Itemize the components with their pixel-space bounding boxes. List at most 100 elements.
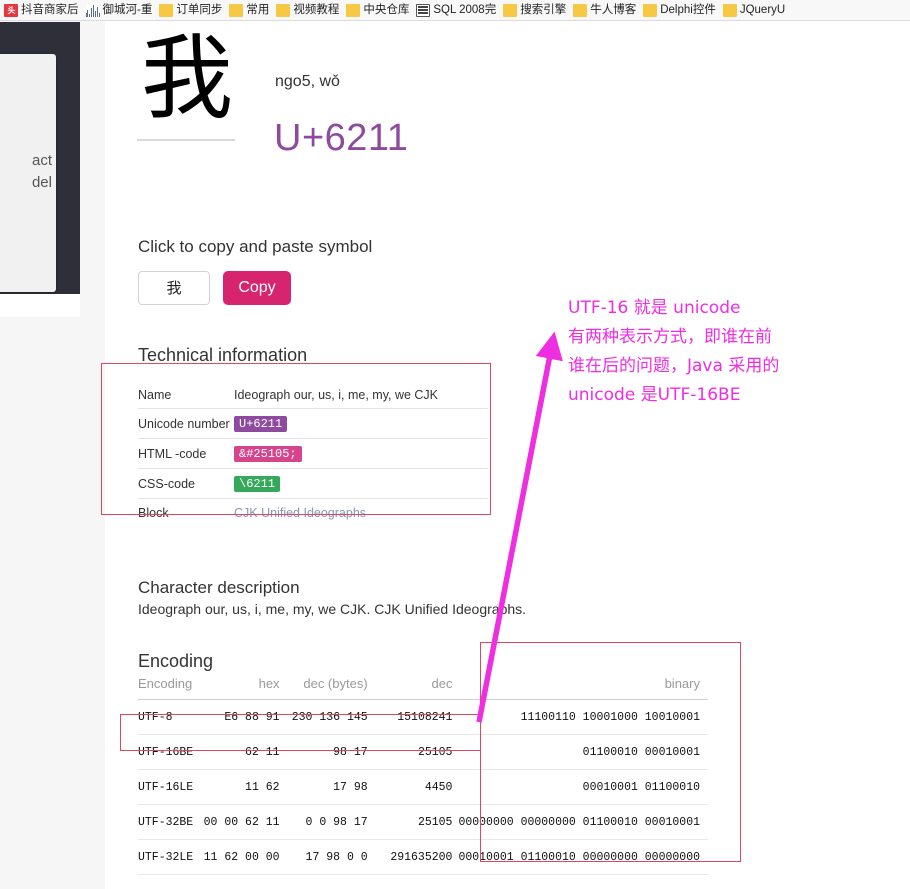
technical-table-row: Block CJK Unified Ideographs: [138, 499, 488, 527]
encoding-cell-dec: 25105: [381, 804, 459, 840]
technical-row-key: HTML -code: [138, 438, 234, 469]
encoding-table-row: UTF-16BE 62 11 98 17 25105 01100010 00010001: [138, 734, 708, 770]
encoding-table-row: UTF-32BE 00 00 62 11 0 0 98 17 25105 0000000…: [138, 804, 708, 840]
encoding-column-header: Encoding: [138, 676, 204, 700]
toutiao-icon: 头: [4, 3, 18, 17]
value-chip: &#25105;: [234, 446, 302, 462]
bookmark-label: 常用: [246, 3, 270, 16]
main-content-column: 我 ngo5, wǒ U+6211 Click to copy and past…: [105, 21, 910, 889]
technical-information-table: Name Ideograph our, us, i, me, my, we CJK…: [138, 381, 488, 526]
technical-row-value[interactable]: CJK Unified Ideographs: [234, 499, 488, 527]
encoding-cell-dec: 25105: [381, 734, 459, 770]
encoding-table: Encoding hex dec (bytes) dec binary UTF-8 E6 …: [138, 676, 708, 875]
value-chip: U+6211: [234, 416, 288, 432]
encoding-heading: Encoding: [138, 651, 214, 671]
block-link[interactable]: CJK Unified Ideographs: [234, 506, 366, 520]
encoding-cell-name: UTF-16LE: [138, 769, 204, 805]
encoding-column-header: hex: [203, 676, 290, 700]
left-overlay-card-text: act del: [31, 152, 52, 191]
encoding-cell-dec-bytes: 17 98: [289, 769, 382, 805]
folder-icon: [503, 3, 518, 17]
glyph-underline-rule: [137, 139, 235, 141]
bookmark-item[interactable]: 头抖音商家后: [2, 1, 84, 20]
technical-table-row: Name Ideograph our, us, i, me, my, we CJK: [138, 381, 488, 409]
character-description-text: Ideograph our, us, i, me, my, we CJK. CJ…: [138, 601, 527, 617]
encoding-cell-hex: 00 00 62 11: [203, 804, 290, 840]
codepoint-label: U+6211: [274, 117, 409, 159]
encoding-column-header: dec (bytes): [289, 676, 382, 700]
bookmark-label: 御城河-重: [102, 3, 153, 16]
encoding-cell-dec: 291635200: [381, 839, 459, 875]
encoding-cell-binary: 11100110 10001000 10010001: [458, 699, 708, 735]
encoding-cell-hex: 62 11: [203, 734, 290, 770]
bookmark-label: 抖音商家后: [21, 3, 79, 16]
encoding-cell-name: UTF-16BE: [138, 734, 204, 770]
bookmark-label: Delphi控件: [660, 3, 716, 16]
folder-icon: [346, 3, 361, 17]
encoding-cell-dec-bytes: 17 98 0 0: [289, 839, 382, 875]
folder-icon: [229, 3, 244, 17]
copy-button[interactable]: Copy: [223, 271, 291, 305]
bookmark-item[interactable]: 牛人博客: [571, 1, 641, 20]
symbol-input-field[interactable]: 我: [138, 271, 210, 305]
bookmark-item[interactable]: 御城河-重: [84, 1, 158, 20]
folder-icon: [643, 3, 658, 17]
bookmark-bar: 头抖音商家后 御城河-重 订单同步 常用 视频教程 中央仓库 SQL 2008完 搜索引擎 牛人…: [0, 0, 910, 21]
bookmark-item[interactable]: 中央仓库: [344, 1, 414, 20]
technical-table-row: CSS-code \6211: [138, 468, 488, 499]
encoding-cell-hex: 11 62: [203, 769, 290, 805]
encoding-cell-hex: E6 88 91: [203, 699, 290, 735]
encoding-cell-dec: 15108241: [381, 699, 459, 735]
encoding-column-header: dec: [381, 676, 459, 700]
document-icon: [416, 3, 431, 17]
bookmark-label: JQueryU: [739, 3, 786, 16]
bookmark-label: 视频教程: [293, 3, 340, 16]
encoding-cell-name: UTF-32BE: [138, 804, 204, 840]
bookmark-item[interactable]: SQL 2008完: [414, 1, 501, 20]
character-readings: ngo5, wǒ: [275, 73, 340, 90]
bookmark-item[interactable]: Delphi控件: [641, 1, 721, 20]
character-glyph: 我: [140, 25, 233, 132]
bookmark-label: 中央仓库: [363, 3, 410, 16]
encoding-table-row: UTF-16LE 11 62 17 98 4450 00010001 01100010: [138, 769, 708, 805]
technical-row-key: Unicode number: [138, 408, 234, 439]
bookmark-item[interactable]: 常用: [227, 1, 274, 20]
encoding-cell-dec: 4450: [381, 769, 459, 805]
copy-section-heading: Click to copy and paste symbol: [138, 237, 373, 256]
encoding-cell-hex: 11 62 00 00: [203, 839, 290, 875]
encoding-column-header: binary: [458, 676, 708, 700]
encoding-cell-dec-bytes: 230 136 145: [289, 699, 382, 735]
left-overlay-panel: act del: [0, 22, 80, 294]
encoding-cell-binary: 00000000 00000000 01100010 00010001: [458, 804, 708, 840]
character-glyph-box: 我: [137, 23, 237, 141]
technical-table-row: Unicode number U+6211: [138, 408, 488, 439]
technical-row-key: CSS-code: [138, 468, 234, 499]
left-white-strip: [0, 294, 80, 317]
folder-icon: [276, 3, 291, 17]
encoding-cell-name: UTF-32LE: [138, 839, 204, 875]
folder-icon: [573, 3, 588, 17]
encoding-table-row: UTF-32LE 11 62 00 00 17 98 0 0 291635200 000…: [138, 839, 708, 875]
encoding-cell-binary: 01100010 00010001: [458, 734, 708, 770]
character-description-heading: Character description: [138, 578, 300, 597]
bookmark-item[interactable]: JQueryU: [721, 1, 790, 20]
folder-icon: [159, 3, 174, 17]
waveform-icon: [85, 3, 100, 17]
technical-row-value: Ideograph our, us, i, me, my, we CJK: [234, 381, 488, 409]
bookmark-label: 搜索引擎: [520, 3, 567, 16]
bookmark-item[interactable]: 视频教程: [274, 1, 344, 20]
bookmark-item[interactable]: 搜索引擎: [501, 1, 571, 20]
bookmark-label: SQL 2008完: [433, 3, 497, 16]
bookmark-item[interactable]: 订单同步: [157, 1, 227, 20]
left-overlay-card: act del: [0, 54, 56, 292]
bookmark-label: 订单同步: [176, 3, 223, 16]
bookmark-label: 牛人博客: [590, 3, 637, 16]
encoding-table-row: UTF-8 E6 88 91 230 136 145 15108241 11100110…: [138, 699, 708, 735]
technical-table-row: HTML -code &#25105;: [138, 438, 488, 469]
technical-row-key: Name: [138, 381, 234, 409]
encoding-cell-dec-bytes: 98 17: [289, 734, 382, 770]
encoding-cell-name: UTF-8: [138, 699, 204, 735]
encoding-cell-binary: 00010001 01100010 00000000 00000000: [458, 839, 708, 875]
technical-row-value: \6211: [234, 468, 488, 499]
encoding-cell-binary: 00010001 01100010: [458, 769, 708, 805]
